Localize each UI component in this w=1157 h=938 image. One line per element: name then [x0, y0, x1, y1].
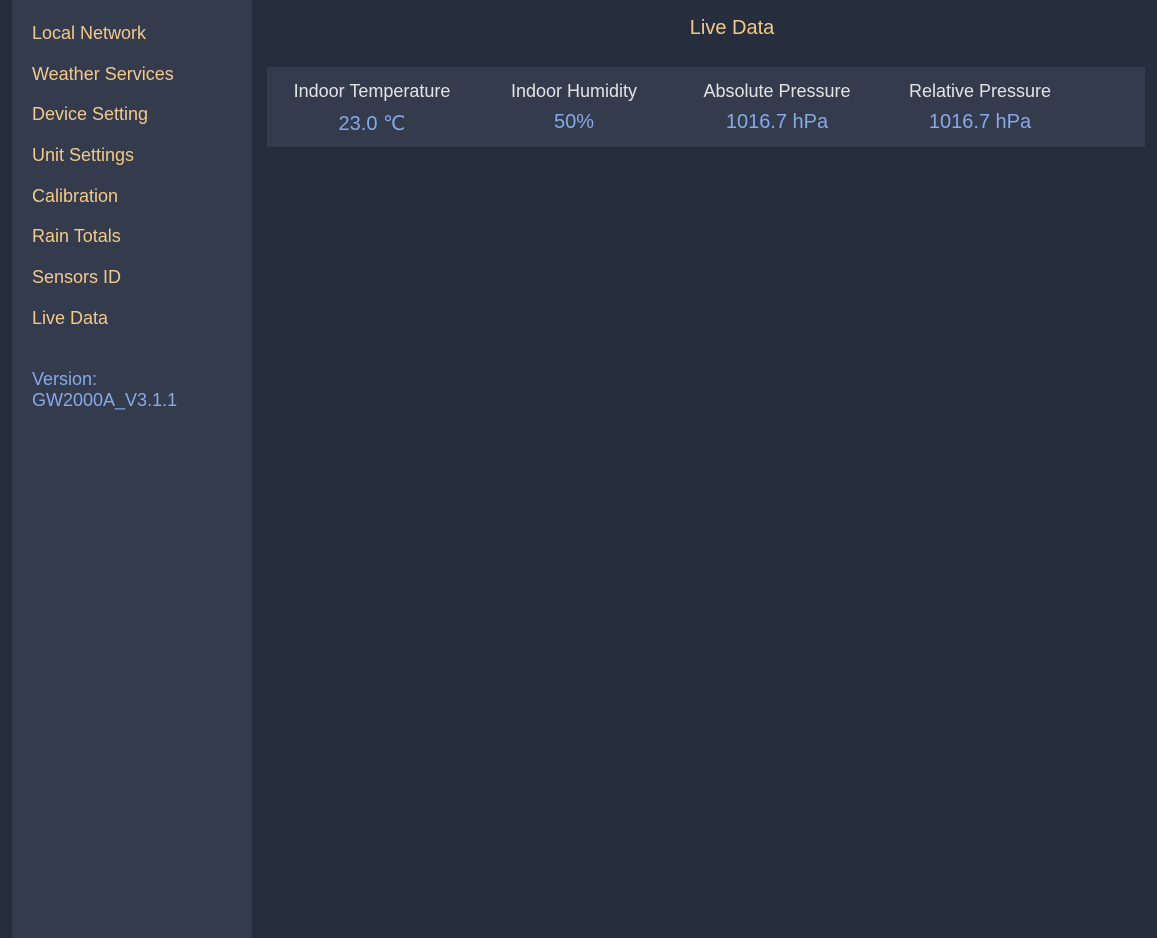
- firmware-version: Version: GW2000A_V3.1.1: [32, 369, 177, 411]
- sidebar-item-live-data[interactable]: Live Data: [32, 306, 174, 347]
- reading-label: Absolute Pressure: [703, 81, 851, 101]
- reading-label: Indoor Temperature: [293, 81, 451, 101]
- sidebar-nav: Local Network Weather Services Device Se…: [32, 21, 174, 347]
- sidebar-item-calibration[interactable]: Calibration: [32, 184, 174, 225]
- sidebar-item-device-setting[interactable]: Device Setting: [32, 102, 174, 143]
- sidebar: Local Network Weather Services Device Se…: [12, 0, 252, 938]
- reading-label: Indoor Humidity: [510, 81, 638, 101]
- left-edge-strip: [0, 0, 12, 938]
- sidebar-item-sensors-id[interactable]: Sensors ID: [32, 265, 174, 306]
- reading-value: 23.0 ℃: [338, 113, 406, 135]
- reading-value: 1016.7 hPa: [725, 111, 829, 133]
- sidebar-item-unit-settings[interactable]: Unit Settings: [32, 143, 174, 184]
- main-content: Live Data Indoor Temperature 23.0 ℃ Indo…: [252, 0, 1157, 938]
- reading-label: Relative Pressure: [908, 81, 1052, 101]
- app-window: Local Network Weather Services Device Se…: [0, 0, 1157, 938]
- page-title: Live Data: [689, 17, 775, 39]
- reading-value: 1016.7 hPa: [928, 111, 1032, 133]
- reading-value: 50%: [553, 111, 595, 133]
- sidebar-item-weather-services[interactable]: Weather Services: [32, 62, 174, 103]
- live-data-panel: Indoor Temperature 23.0 ℃ Indoor Humidit…: [267, 67, 1145, 147]
- sidebar-item-rain-totals[interactable]: Rain Totals: [32, 224, 174, 265]
- version-value: GW2000A_V3.1.1: [32, 390, 178, 410]
- version-label: Version:: [32, 369, 98, 389]
- sidebar-item-local-network[interactable]: Local Network: [32, 21, 174, 62]
